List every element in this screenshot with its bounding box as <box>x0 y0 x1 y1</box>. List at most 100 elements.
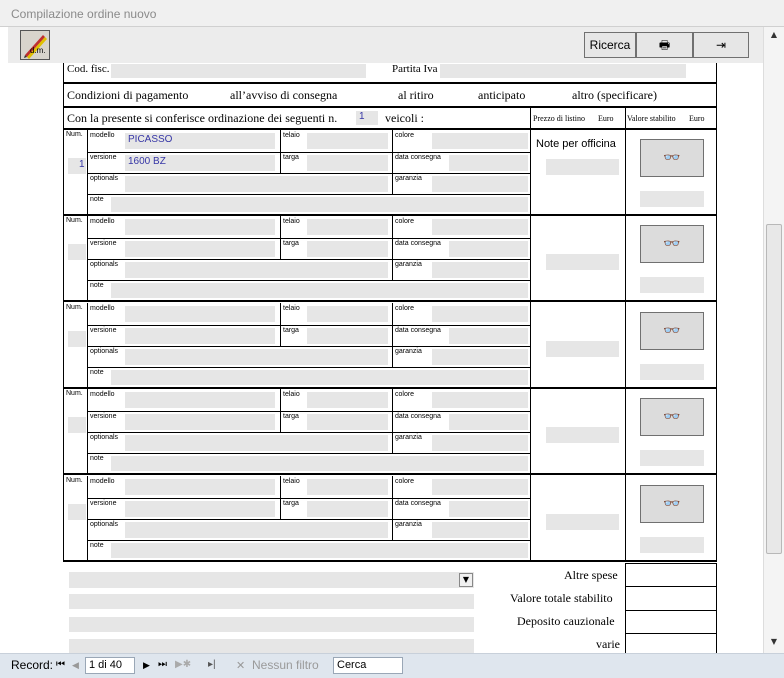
colore-field[interactable] <box>432 306 528 322</box>
num-field[interactable] <box>68 331 86 347</box>
altre-spese-label: Altre spese <box>564 568 618 582</box>
search-input[interactable]: Cerca <box>333 657 403 674</box>
num-field[interactable] <box>68 244 86 260</box>
telaio-field[interactable] <box>307 219 388 235</box>
versione-field[interactable] <box>125 328 275 344</box>
scroll-down-icon[interactable]: ▼ <box>766 637 782 649</box>
filter-status[interactable]: Nessun filtro <box>252 658 319 672</box>
last-record-icon[interactable]: ⏭ <box>158 659 167 670</box>
exit-button[interactable]: ⇥ <box>693 32 749 58</box>
data-consegna-field[interactable] <box>449 241 528 257</box>
num-field[interactable]: 1 <box>68 158 86 174</box>
scroll-thumb[interactable] <box>766 224 782 554</box>
targa-field[interactable] <box>307 414 388 430</box>
extra-field-3[interactable] <box>69 639 474 653</box>
telaio-field[interactable] <box>307 306 388 322</box>
modello-field[interactable] <box>125 392 275 408</box>
note-field[interactable] <box>111 197 528 212</box>
targa-field[interactable] <box>307 155 388 171</box>
next-record-icon[interactable]: ▶ <box>143 660 150 671</box>
garanzia-field[interactable] <box>432 349 528 365</box>
garanzia-field[interactable] <box>432 522 528 538</box>
garanzia-field[interactable] <box>432 435 528 451</box>
modello-field[interactable] <box>125 306 275 322</box>
num-field[interactable] <box>68 417 86 433</box>
cod-fisc-field[interactable] <box>111 64 366 78</box>
price-field[interactable] <box>546 427 619 443</box>
scroll-up-icon[interactable]: ▲ <box>766 30 782 42</box>
targa-field[interactable] <box>307 241 388 257</box>
modello-field[interactable]: PICASSO <box>125 133 275 149</box>
data-consegna-field[interactable] <box>449 155 528 171</box>
telaio-field[interactable] <box>307 479 388 495</box>
targa-field[interactable] <box>307 328 388 344</box>
first-record-icon[interactable]: ⏮ <box>56 659 65 670</box>
versione-field[interactable] <box>125 241 275 257</box>
value-field[interactable] <box>640 537 704 553</box>
value-field[interactable] <box>640 191 704 207</box>
payment-option-avviso[interactable]: all’avviso di consegna <box>230 88 337 103</box>
modello-field[interactable] <box>125 219 275 235</box>
value-field[interactable] <box>640 364 704 380</box>
view-details-button[interactable]: 👓 <box>640 485 704 523</box>
search-button[interactable]: Ricerca <box>584 32 636 58</box>
window-title: Compilazione ordine nuovo <box>0 0 784 27</box>
versione-field[interactable]: 1600 BZ <box>125 155 275 171</box>
prev-record-icon[interactable]: ◀ <box>72 660 79 671</box>
payment-option-anticipato[interactable]: anticipato <box>478 88 525 103</box>
price-field[interactable] <box>546 341 619 357</box>
new-record-icon[interactable]: ▶✱ <box>175 659 191 670</box>
price-field[interactable] <box>546 254 619 270</box>
garanzia-field[interactable] <box>432 262 528 278</box>
record-position-field[interactable]: 1 di 40 <box>85 657 135 674</box>
optionals-field[interactable] <box>125 176 388 192</box>
note-field[interactable] <box>111 370 528 385</box>
price-field[interactable] <box>546 159 619 175</box>
value-field[interactable] <box>640 450 704 466</box>
num-label: Num. <box>66 477 83 484</box>
data-consegna-field[interactable] <box>449 501 528 517</box>
extra-field-1[interactable] <box>69 594 474 609</box>
partita-iva-field[interactable] <box>440 64 686 78</box>
filter-icon[interactable]: ✕ <box>236 659 245 672</box>
optionals-field[interactable] <box>125 262 388 278</box>
view-details-button[interactable]: 👓 <box>640 139 704 177</box>
telaio-field[interactable] <box>307 133 388 149</box>
optionals-field[interactable] <box>125 522 388 538</box>
note-field[interactable] <box>111 543 528 558</box>
note-field[interactable] <box>111 283 528 298</box>
dropdown-arrow-icon[interactable]: ▼ <box>459 573 473 587</box>
colore-field[interactable] <box>432 219 528 235</box>
data-consegna-field[interactable] <box>449 328 528 344</box>
optionals-field[interactable] <box>125 349 388 365</box>
note-field[interactable] <box>111 456 528 471</box>
combo-field[interactable] <box>69 572 474 588</box>
logo-button[interactable]: d.m. <box>20 30 50 60</box>
view-details-button[interactable]: 👓 <box>640 312 704 350</box>
garanzia-field[interactable] <box>432 176 528 192</box>
num-label: Num. <box>66 131 83 138</box>
colore-field[interactable] <box>432 133 528 149</box>
note-label: note <box>90 196 104 203</box>
order-count-field[interactable]: 1 <box>356 111 378 125</box>
view-details-button[interactable]: 👓 <box>640 225 704 263</box>
payment-option-ritiro[interactable]: al ritiro <box>398 88 434 103</box>
optionals-field[interactable] <box>125 435 388 451</box>
payment-option-altro[interactable]: altro (specificare) <box>572 88 657 103</box>
price-field[interactable] <box>546 514 619 530</box>
view-details-button[interactable]: 👓 <box>640 398 704 436</box>
print-button[interactable]: 🖶 <box>636 32 693 58</box>
versione-field[interactable] <box>125 414 275 430</box>
vertical-scrollbar[interactable]: ▲ ▼ <box>763 27 784 653</box>
modello-field[interactable] <box>125 479 275 495</box>
versione-field[interactable] <box>125 501 275 517</box>
colore-field[interactable] <box>432 392 528 408</box>
telaio-field[interactable] <box>307 392 388 408</box>
colore-field[interactable] <box>432 479 528 495</box>
data-consegna-field[interactable] <box>449 414 528 430</box>
targa-field[interactable] <box>307 501 388 517</box>
last-record-alt-icon[interactable]: ▸| <box>208 659 216 670</box>
value-field[interactable] <box>640 277 704 293</box>
extra-field-2[interactable] <box>69 617 474 632</box>
num-field[interactable] <box>68 504 86 520</box>
